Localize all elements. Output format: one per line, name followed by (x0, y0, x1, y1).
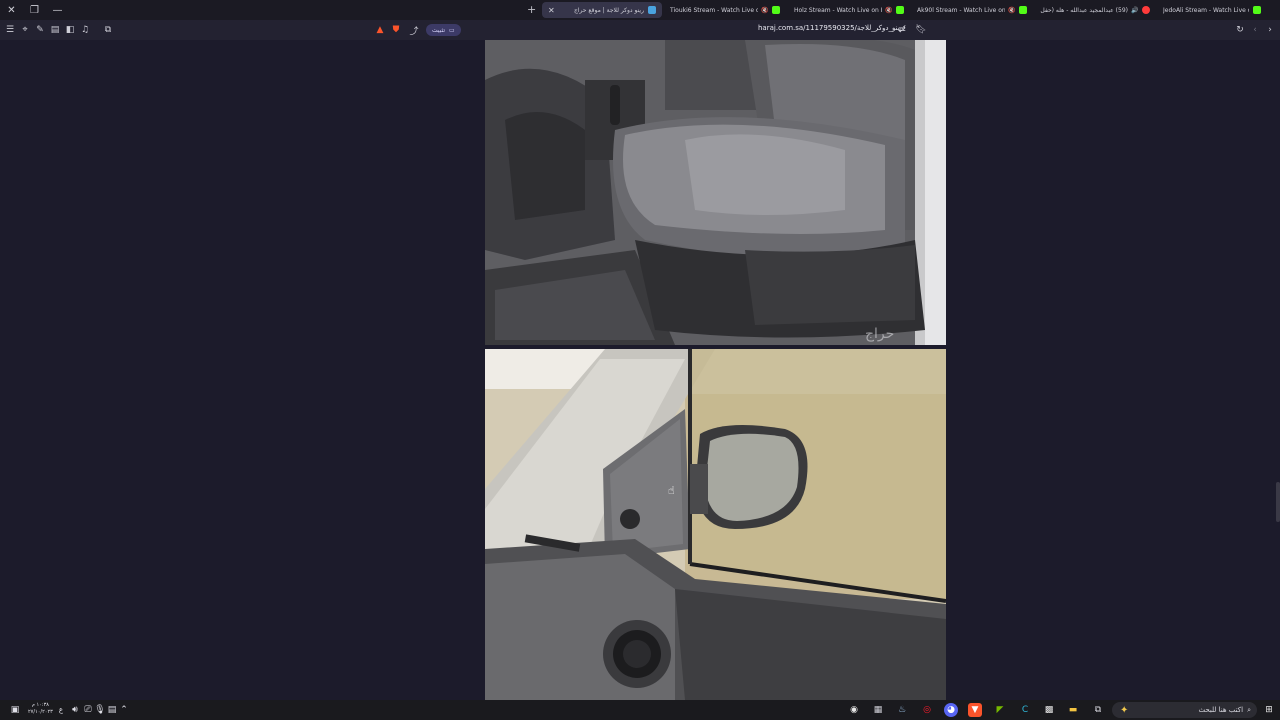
new-tab-button[interactable]: + (527, 3, 536, 16)
browser-toolbar: ☰ ⌖ ✎ ▤ ◧ ♫ ⧉ ▲ ⛊ ⤴ تثبيت ▭ haraj.com.sa… (0, 20, 1280, 40)
tab-close-icon[interactable]: ✕ (548, 6, 555, 15)
notifications-icon[interactable]: ▣ (8, 703, 22, 717)
pen-icon[interactable]: ✎ (33, 23, 47, 37)
kick-favicon-icon (896, 6, 905, 14)
audio-playing-icon[interactable]: 🔊 (1131, 7, 1138, 14)
start-button[interactable]: ⊞ (1262, 703, 1276, 717)
monitor-icon: ▭ (449, 26, 455, 34)
steam-app-icon[interactable]: ♨ (895, 703, 909, 717)
window-restore-button[interactable]: ❐ (23, 0, 46, 20)
window-minimize-button[interactable]: — (46, 0, 69, 20)
url-bar[interactable]: haraj.com.sa/11179590325/رينو_دوكر_للاجة… (758, 24, 905, 32)
window-close-button[interactable]: ✕ (0, 0, 23, 20)
location-icon[interactable]: ⌖ (18, 23, 32, 37)
tray-expand-icon[interactable]: ⌃ (117, 703, 131, 717)
kick-favicon-icon (772, 6, 781, 14)
mute-icon[interactable]: 🔇 (885, 7, 892, 14)
mute-icon[interactable]: 🔇 (1008, 7, 1015, 14)
bookmark-icon[interactable]: 🔖︎ (914, 23, 928, 37)
mouse-cursor: ☝ (668, 484, 675, 497)
svg-text:حراج: حراج (865, 326, 894, 342)
tab-title: JedoAli Stream - Watch Live on Kick (1163, 6, 1249, 14)
language-indicator[interactable]: ع (54, 703, 68, 717)
tab-title: رينو دوكر للاجة | موقع حراج (573, 6, 644, 14)
system-clock[interactable]: ١٠:٣٨ م ٢٧/١٠/٢٠٢٣ (28, 702, 53, 716)
nvidia-app-icon[interactable]: ◤ (993, 703, 1007, 717)
opera-app-icon[interactable]: ◎ (920, 703, 934, 717)
pin-label: تثبيت (432, 26, 445, 34)
listing-photo-car-seat[interactable]: حراج (485, 40, 946, 345)
clock-date: ٢٧/١٠/٢٠٢٣ (28, 709, 53, 715)
brave-rewards-icon[interactable]: ▲ (373, 23, 387, 37)
restore-icon: ❐ (30, 4, 39, 16)
tab-strip: ✕ ❐ — + ✕ رينو دوكر للاجة | موقع حراج Ti… (0, 0, 1280, 20)
side-mirror-image (485, 349, 946, 700)
taskbar-search[interactable]: ✦ اكتب هنا للبحث ⌕ (1112, 702, 1257, 718)
listing-photo-side-mirror[interactable] (485, 349, 946, 700)
task-view-icon[interactable]: ⧉ (1091, 703, 1105, 717)
youtube-favicon-icon (1142, 6, 1151, 14)
reload-icon[interactable]: ↻ (1233, 23, 1247, 37)
discord-app-icon[interactable]: ◕ (944, 703, 958, 717)
edge-app-icon[interactable]: C (1018, 703, 1032, 717)
windows-taskbar: ▣ ١٠:٣٨ م ٢٧/١٠/٢٠٢٣ ع 🔊︎ ⎚ 🎙︎ ▤ ⌃ ◉ ▦ ♨… (0, 700, 1280, 720)
tab-youtube[interactable]: (59) عبدالمجيد عبدالله - هله (حفل ... 🔊 (1040, 2, 1152, 18)
search-placeholder: اكتب هنا للبحث (1198, 706, 1244, 714)
tab-title: Ak90l Stream - Watch Live on Kick (917, 6, 1005, 14)
screenshot-icon[interactable]: ⧉ (101, 23, 115, 37)
share-icon[interactable]: ⤴ (407, 23, 421, 37)
minimize-icon: — (52, 4, 63, 16)
store-app-icon[interactable]: ▩ (1042, 703, 1056, 717)
haraj-favicon-icon (648, 6, 656, 14)
mute-icon[interactable]: 🔇 (761, 7, 768, 14)
car-seat-image: حراج (485, 40, 946, 345)
tab-holz[interactable]: Holz Stream - Watch Live on Kick 🔇 (794, 2, 906, 18)
tab-title: Holz Stream - Watch Live on Kick (794, 6, 882, 14)
forward-icon[interactable]: › (1263, 23, 1277, 37)
search-icon: ⌕ (1247, 705, 1251, 714)
tab-title: (59) عبدالمجيد عبدالله - هله (حفل ... (1040, 6, 1128, 14)
music-icon[interactable]: ♫ (78, 23, 92, 37)
brave-shields-icon[interactable]: ⛊ (389, 23, 403, 37)
tab-ak90l[interactable]: Ak90l Stream - Watch Live on Kick 🔇 (917, 2, 1029, 18)
sidebar-icon[interactable]: ◧ (63, 23, 77, 37)
chrome-app-icon[interactable]: ◉ (847, 703, 861, 717)
back-icon[interactable]: ‹ (1248, 23, 1262, 37)
kick-favicon-icon (1253, 6, 1261, 14)
clock-time: ١٠:٣٨ م (31, 702, 49, 708)
site-settings-icon[interactable]: ⇄ (895, 23, 909, 37)
volume-icon[interactable]: 🔊︎ (68, 703, 82, 717)
copilot-icon: ✦ (1120, 704, 1129, 716)
install-app-button[interactable]: تثبيت ▭ (426, 24, 461, 36)
wallet-icon[interactable]: ▤ (48, 23, 62, 37)
tab-jedoali[interactable]: JedoAli Stream - Watch Live on Kick (1163, 2, 1268, 18)
kick-favicon-icon (1019, 6, 1028, 14)
brave-app-icon[interactable]: ▼ (968, 703, 982, 717)
page-scrollbar[interactable] (1276, 482, 1280, 522)
file-explorer-icon[interactable]: ▬ (1066, 703, 1080, 717)
tab-haraj[interactable]: ✕ رينو دوكر للاجة | موقع حراج (542, 2, 662, 18)
tab-title: Tiouki6 Stream - Watch Live on Kick (670, 6, 758, 14)
calculator-app-icon[interactable]: ▦ (871, 703, 885, 717)
tab-tiouki6[interactable]: Tiouki6 Stream - Watch Live on Kick 🔇 (670, 2, 782, 18)
menu-icon[interactable]: ☰ (3, 23, 17, 37)
close-icon: ✕ (7, 4, 16, 16)
